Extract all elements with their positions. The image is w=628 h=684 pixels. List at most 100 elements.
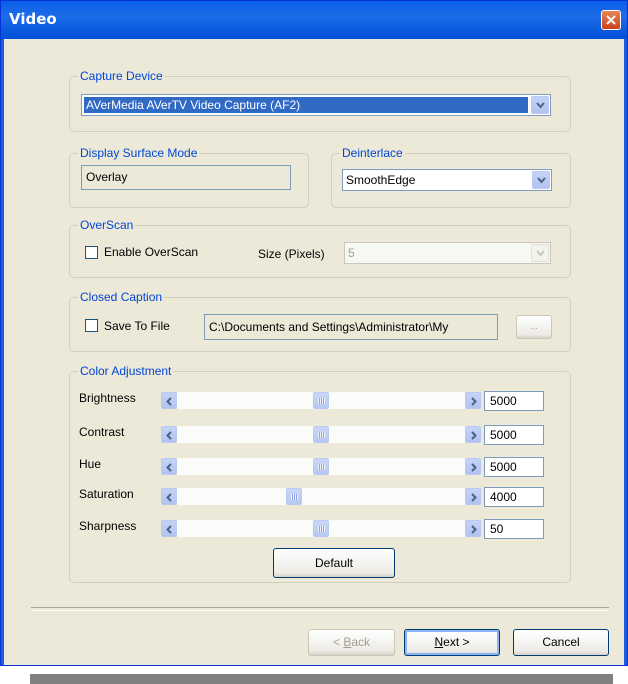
caption-file-path-field[interactable]: C:\Documents and Settings\Administrator\… xyxy=(204,314,498,340)
slider-label: Hue xyxy=(79,457,102,471)
video-dialog: Video Capture Device AVerMedia AVerTV Vi… xyxy=(0,0,628,666)
chevron-left-icon xyxy=(166,431,172,440)
chevron-right-icon xyxy=(471,493,477,502)
slider-value: 5000 xyxy=(490,428,517,442)
slider-track[interactable] xyxy=(177,392,465,409)
back-prefix: < xyxy=(332,635,344,649)
save-to-file-label[interactable]: Save To File xyxy=(104,319,170,333)
chevron-right-icon xyxy=(471,463,477,472)
footer-separator xyxy=(31,607,609,611)
chevron-left-icon xyxy=(166,493,172,502)
slider-scrollbar[interactable] xyxy=(161,520,481,537)
chevron-left-icon xyxy=(166,463,172,472)
deinterlace-dropdown-button[interactable] xyxy=(532,171,550,189)
close-icon xyxy=(606,15,616,25)
enable-overscan-label[interactable]: Enable OverScan xyxy=(104,245,198,259)
chevron-right-icon xyxy=(471,525,477,534)
next-button[interactable]: Next > xyxy=(404,629,500,656)
slider-increase-button[interactable] xyxy=(465,488,481,505)
slider-track[interactable] xyxy=(177,426,465,443)
slider-decrease-button[interactable] xyxy=(161,520,177,537)
slider-increase-button[interactable] xyxy=(465,426,481,443)
slider-decrease-button[interactable] xyxy=(161,488,177,505)
overscan-size-dropdown-button[interactable] xyxy=(531,244,549,262)
chevron-down-icon xyxy=(536,102,545,109)
slider-value: 5000 xyxy=(490,394,517,408)
slider-value: 50 xyxy=(490,522,504,536)
display-surface-legend: Display Surface Mode xyxy=(78,146,200,160)
slider-scrollbar[interactable] xyxy=(161,426,481,443)
slider-track[interactable] xyxy=(177,520,465,537)
deinterlace-legend: Deinterlace xyxy=(340,146,405,160)
display-surface-field: Overlay xyxy=(81,165,291,190)
default-button[interactable]: Default xyxy=(273,548,395,578)
color-adjustment-legend: Color Adjustment xyxy=(78,364,174,378)
deinterlace-value: SmoothEdge xyxy=(346,173,416,187)
grip-icon xyxy=(318,432,325,438)
overscan-size-value: 5 xyxy=(348,246,355,260)
slider-label: Brightness xyxy=(79,391,136,405)
grip-icon xyxy=(318,526,325,532)
chevron-down-icon xyxy=(537,177,546,184)
title-bar[interactable]: Video xyxy=(1,1,627,39)
slider-thumb[interactable] xyxy=(313,520,329,537)
next-rest: ext > xyxy=(443,635,470,649)
slider-scrollbar[interactable] xyxy=(161,392,481,409)
capture-device-select[interactable]: AVerMedia AVerTV Video Capture (AF2) xyxy=(81,94,551,116)
window-title: Video xyxy=(9,10,57,28)
deinterlace-select[interactable]: SmoothEdge xyxy=(342,169,552,191)
slider-label: Saturation xyxy=(79,487,134,501)
slider-thumb[interactable] xyxy=(313,392,329,409)
slider-increase-button[interactable] xyxy=(465,520,481,537)
slider-value-field[interactable]: 4000 xyxy=(484,487,544,507)
cancel-button[interactable]: Cancel xyxy=(513,629,609,656)
slider-decrease-button[interactable] xyxy=(161,392,177,409)
slider-track[interactable] xyxy=(177,488,465,505)
window-border-right xyxy=(624,39,627,665)
overscan-size-select[interactable]: 5 xyxy=(344,242,551,264)
slider-value: 4000 xyxy=(490,490,517,504)
slider-decrease-button[interactable] xyxy=(161,458,177,475)
window-border-left xyxy=(1,39,4,665)
slider-track[interactable] xyxy=(177,458,465,475)
slider-value: 5000 xyxy=(490,460,517,474)
slider-value-field[interactable]: 50 xyxy=(484,519,544,539)
bottom-shadow-bar xyxy=(30,674,613,684)
slider-thumb[interactable] xyxy=(286,488,302,505)
display-surface-value: Overlay xyxy=(86,170,128,184)
chevron-left-icon xyxy=(166,397,172,406)
slider-thumb[interactable] xyxy=(313,426,329,443)
slider-label: Sharpness xyxy=(79,519,137,533)
caption-file-path-value: C:\Documents and Settings\Administrator\… xyxy=(209,320,449,334)
slider-scrollbar[interactable] xyxy=(161,458,481,475)
slider-increase-button[interactable] xyxy=(465,458,481,475)
enable-overscan-checkbox[interactable] xyxy=(85,246,98,259)
slider-value-field[interactable]: 5000 xyxy=(484,425,544,445)
chevron-right-icon xyxy=(471,431,477,440)
capture-device-legend: Capture Device xyxy=(78,69,165,83)
back-button[interactable]: < Back xyxy=(308,629,395,656)
chevron-down-icon xyxy=(536,250,545,257)
capture-device-dropdown-button[interactable] xyxy=(531,96,549,114)
overscan-legend: OverScan xyxy=(78,218,136,232)
next-accel-key: N xyxy=(434,635,444,649)
slider-decrease-button[interactable] xyxy=(161,426,177,443)
overscan-size-label: Size (Pixels) xyxy=(258,247,325,261)
slider-increase-button[interactable] xyxy=(465,392,481,409)
grip-icon xyxy=(318,464,325,470)
closed-caption-legend: Closed Caption xyxy=(78,290,165,304)
save-to-file-checkbox[interactable] xyxy=(85,319,98,332)
slider-label: Contrast xyxy=(79,425,125,439)
capture-device-value: AVerMedia AVerTV Video Capture (AF2) xyxy=(84,97,528,113)
close-button[interactable] xyxy=(601,10,621,30)
slider-value-field[interactable]: 5000 xyxy=(484,391,544,411)
chevron-right-icon xyxy=(471,397,477,406)
browse-button[interactable]: ... xyxy=(516,315,552,339)
back-rest: ack xyxy=(351,635,371,649)
slider-scrollbar[interactable] xyxy=(161,488,481,505)
chevron-left-icon xyxy=(166,525,172,534)
slider-value-field[interactable]: 5000 xyxy=(484,457,544,477)
slider-thumb[interactable] xyxy=(313,458,329,475)
grip-icon xyxy=(291,494,298,500)
grip-icon xyxy=(318,398,325,404)
